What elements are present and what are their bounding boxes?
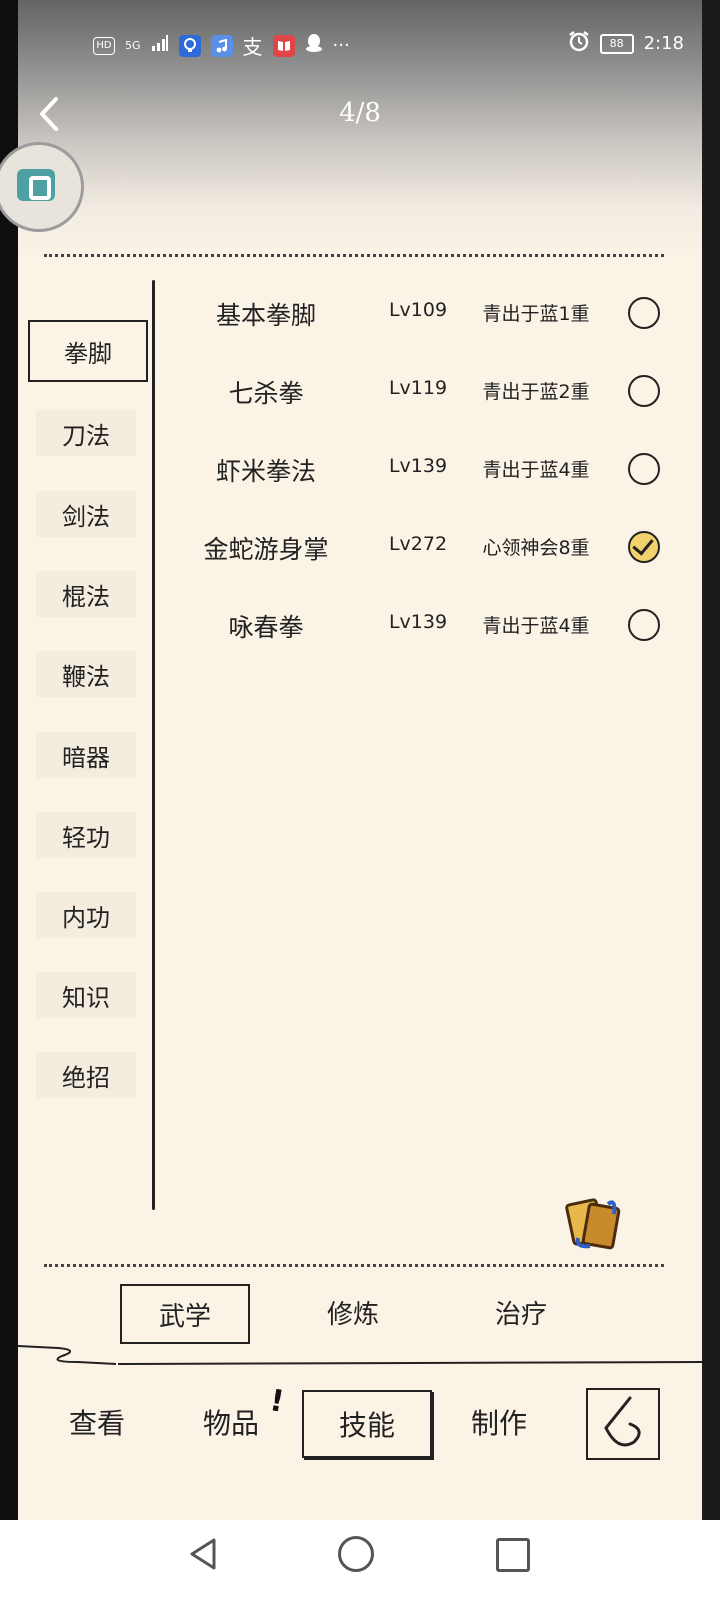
book-app-icon <box>272 34 295 57</box>
bottom-tab-zhizuo[interactable]: 制作 <box>436 1390 562 1454</box>
page-indicator: 4/8 <box>339 98 381 128</box>
skill-row[interactable]: 咏春拳 Lv139 青出于蓝4重 <box>168 596 668 652</box>
category-tab-neigong[interactable]: 内功 <box>36 892 136 938</box>
skill-rank: 青出于蓝2重 <box>482 381 590 403</box>
category-tab-qinggong[interactable]: 轻功 <box>36 812 136 858</box>
back-swirl-icon <box>604 1396 641 1447</box>
switch-skill-icon[interactable] <box>564 1194 624 1252</box>
bottom-tab-chakan[interactable]: 查看 <box>34 1390 160 1454</box>
skill-rank: 青出于蓝4重 <box>482 615 590 637</box>
skill-row[interactable]: 虾米拳法 Lv139 青出于蓝4重 <box>168 440 668 496</box>
alarm-icon <box>568 30 590 57</box>
nav-home-icon[interactable] <box>338 1536 374 1572</box>
hd-icon: HD <box>93 36 115 55</box>
system-navigation-bar <box>0 1520 720 1600</box>
subtab-wuxue[interactable]: 武学 <box>120 1284 250 1344</box>
music-app-icon <box>210 34 233 57</box>
skill-equip-radio[interactable] <box>628 375 660 407</box>
category-tab-zhishi[interactable]: 知识 <box>36 972 136 1018</box>
category-tab-juezhao[interactable]: 绝招 <box>36 1052 136 1098</box>
avatar[interactable] <box>0 142 84 232</box>
nav-recents-icon[interactable] <box>496 1538 530 1572</box>
qq-icon <box>305 33 323 58</box>
skill-row[interactable]: 金蛇游身掌 Lv272 心领神会8重 <box>168 518 668 574</box>
category-tab-bianfa[interactable]: 鞭法 <box>36 651 136 697</box>
skill-level: Lv139 <box>388 455 448 477</box>
skill-rank: 心领神会8重 <box>482 537 590 559</box>
more-dots-icon: ··· <box>332 35 350 56</box>
subtab-zhiliao[interactable]: 治疗 <box>458 1284 584 1340</box>
back-button[interactable] <box>586 1388 660 1460</box>
skill-name: 咏春拳 <box>228 613 304 642</box>
battery-icon: 88 <box>599 33 634 54</box>
top-dotted-divider <box>44 254 664 257</box>
alipay-icon: 支 <box>242 35 263 59</box>
bottom-dotted-divider <box>44 1264 664 1267</box>
skill-name: 虾米拳法 <box>215 457 316 486</box>
skill-row[interactable]: 基本拳脚 Lv109 青出于蓝1重 <box>168 284 668 340</box>
header: 4/8 <box>18 90 702 140</box>
nav-back-icon[interactable] <box>184 1534 224 1574</box>
skill-level: Lv272 <box>388 533 448 555</box>
lightbulb-app-icon <box>178 34 201 57</box>
category-tab-gunfa[interactable]: 棍法 <box>36 571 136 617</box>
bottom-tab-jineng[interactable]: 技能 <box>302 1390 432 1458</box>
skill-level: Lv119 <box>388 377 448 399</box>
network-type-label: 5G <box>125 38 141 52</box>
game-screen: HD 5G 支 ··· 88 2:18 4/8 拳脚 刀法 剑法 棍法 鞭法 暗… <box>0 0 702 1520</box>
category-tab-daofa[interactable]: 刀法 <box>36 410 136 456</box>
category-tab-jianfa[interactable]: 剑法 <box>36 491 136 537</box>
category-tab-anqi[interactable]: 暗器 <box>36 732 136 778</box>
skill-equip-radio[interactable] <box>628 297 660 329</box>
skill-level: Lv109 <box>388 299 448 321</box>
skill-equip-radio-checked[interactable] <box>628 531 660 563</box>
status-bar: HD 5G 支 ··· 88 2:18 <box>18 24 702 64</box>
ink-swirl-divider <box>18 1345 702 1365</box>
skill-equip-radio[interactable] <box>628 609 660 641</box>
skill-name: 金蛇游身掌 <box>203 535 329 564</box>
skill-name: 基本拳脚 <box>215 301 316 330</box>
left-edge <box>0 0 18 1520</box>
skill-row[interactable]: 七杀拳 Lv119 青出于蓝2重 <box>168 362 668 418</box>
skill-rank: 青出于蓝4重 <box>482 459 590 481</box>
skill-name: 七杀拳 <box>228 379 304 408</box>
app-logo-icon <box>17 169 55 201</box>
right-edge <box>702 0 720 1520</box>
category-tab-quanjiao[interactable]: 拳脚 <box>28 320 148 382</box>
signal-icon <box>151 34 169 57</box>
skill-level: Lv139 <box>388 611 448 633</box>
skill-equip-radio[interactable] <box>628 453 660 485</box>
subtab-xiulian[interactable]: 修炼 <box>290 1284 416 1340</box>
sidebar-divider <box>152 280 155 1210</box>
skill-rank: 青出于蓝1重 <box>482 303 590 325</box>
clock: 2:18 <box>643 33 684 54</box>
